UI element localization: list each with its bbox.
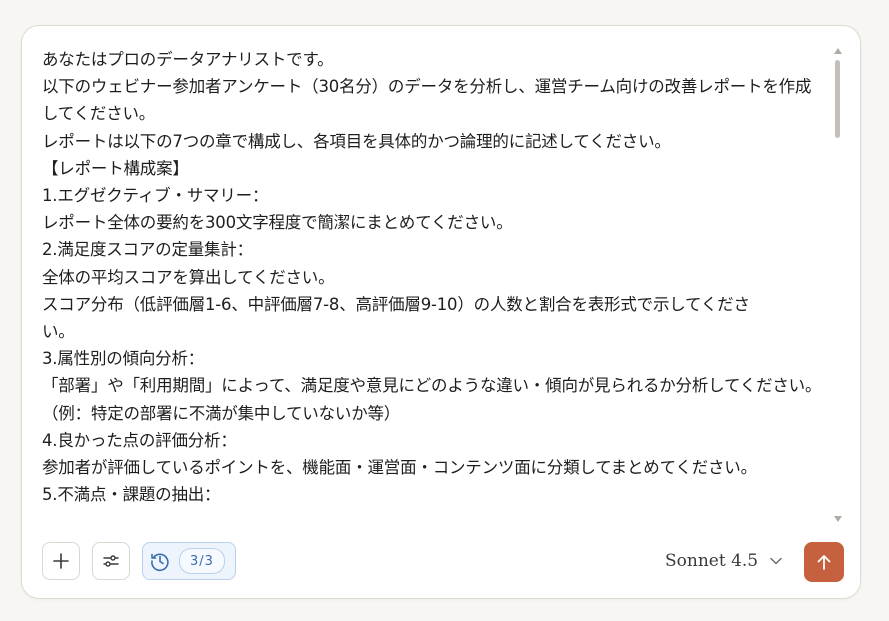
sliders-icon [103, 555, 119, 567]
plus-icon [53, 553, 69, 569]
history-toggle-button[interactable]: 3/3 [142, 542, 236, 580]
scroll-up-arrow-icon[interactable] [834, 48, 842, 54]
prompt-composer: あなたはプロのデータアナリストです。 以下のウェビナー参加者アンケート（30名分… [21, 25, 861, 599]
clock-history-icon [151, 553, 169, 572]
prompt-line: 参加者が評価しているポイントを、機能面・運営面・コンテンツ面に分類してまとめてく… [42, 458, 757, 478]
prompt-line: レポートは以下の7つの章で構成し、各項目を具体的かつ論理的に記述してください。 [42, 131, 671, 151]
history-count-badge: 3/3 [179, 548, 225, 574]
prompt-line: スコア分布（低評価層1-6、中評価層7-8、高評価層9-10）の人数と割合を表形… [42, 294, 750, 314]
tools-button[interactable] [92, 542, 130, 580]
prompt-line: 5.不満点・課題の抽出： [42, 485, 221, 505]
prompt-line: レポート全体の要約を300文字程度で簡潔にまとめてください。 [42, 213, 513, 233]
prompt-line: 以下のウェビナー参加者アンケート（30名分）のデータを分析し、運営チーム向けの改… [42, 77, 812, 97]
chevron-down-icon [770, 557, 782, 565]
scroll-thumb[interactable] [835, 60, 840, 138]
textarea-scrollbar[interactable] [832, 46, 844, 526]
prompt-line: 「部署」や「利用期間」によって、満足度や意見にどのような違い・傾向が見られるか分… [42, 376, 822, 396]
prompt-line: 3.属性別の傾向分析： [42, 349, 205, 369]
prompt-line: 4.良かった点の評価分析： [42, 430, 237, 450]
prompt-line: 1.エグゼクティブ・サマリー： [42, 186, 269, 206]
prompt-textarea[interactable]: あなたはプロのデータアナリストです。 以下のウェビナー参加者アンケート（30名分… [42, 46, 832, 522]
model-selector[interactable]: Sonnet 4.5 [665, 548, 782, 574]
prompt-line: い。 [42, 322, 75, 342]
prompt-line: あなたはプロのデータアナリストです。 [42, 50, 334, 69]
prompt-line: （例：特定の部署に不満が集中していないか等） [42, 403, 401, 423]
model-name: Sonnet 4.5 [665, 551, 759, 571]
send-button[interactable] [804, 542, 844, 582]
scroll-down-arrow-icon[interactable] [834, 516, 842, 522]
arrow-up-icon [817, 555, 831, 570]
prompt-line: してください。 [42, 104, 156, 124]
add-content-button[interactable] [42, 542, 80, 580]
prompt-line: 全体の平均スコアを算出してください。 [42, 267, 335, 287]
prompt-line: 2.満足度スコアの定量集計： [42, 240, 253, 260]
prompt-line: 【レポート構成案】 [42, 158, 189, 178]
